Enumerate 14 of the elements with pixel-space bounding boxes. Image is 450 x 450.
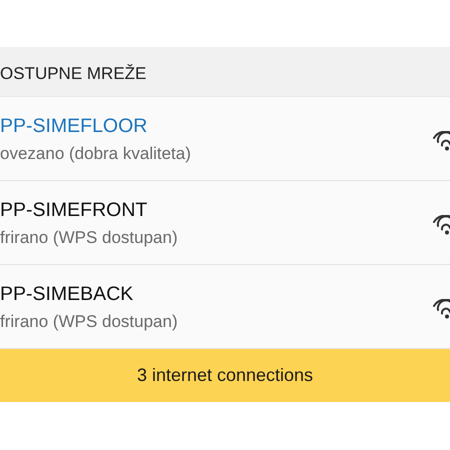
network-status: frirano (WPS dostupan): [0, 228, 178, 248]
section-title: OSTUPNE MREŽE: [0, 64, 146, 84]
network-status: frirano (WPS dostupan): [0, 312, 178, 332]
network-row[interactable]: PP-SIMEBACK frirano (WPS dostupan): [0, 265, 450, 349]
connections-banner: 3 internet connections: [0, 349, 450, 402]
network-name: PP-SIMEFLOOR: [0, 115, 148, 138]
network-status: ovezano (dobra kvaliteta): [0, 144, 191, 164]
wifi-icon: [432, 214, 450, 234]
network-name: PP-SIMEFRONT: [0, 199, 148, 222]
network-row[interactable]: PP-SIMEFRONT frirano (WPS dostupan): [0, 181, 450, 265]
wifi-icon: [432, 130, 450, 150]
network-row[interactable]: PP-SIMEFLOOR ovezano (dobra kvaliteta): [0, 97, 450, 181]
network-name: PP-SIMEBACK: [0, 283, 134, 306]
wifi-icon: [432, 298, 450, 318]
